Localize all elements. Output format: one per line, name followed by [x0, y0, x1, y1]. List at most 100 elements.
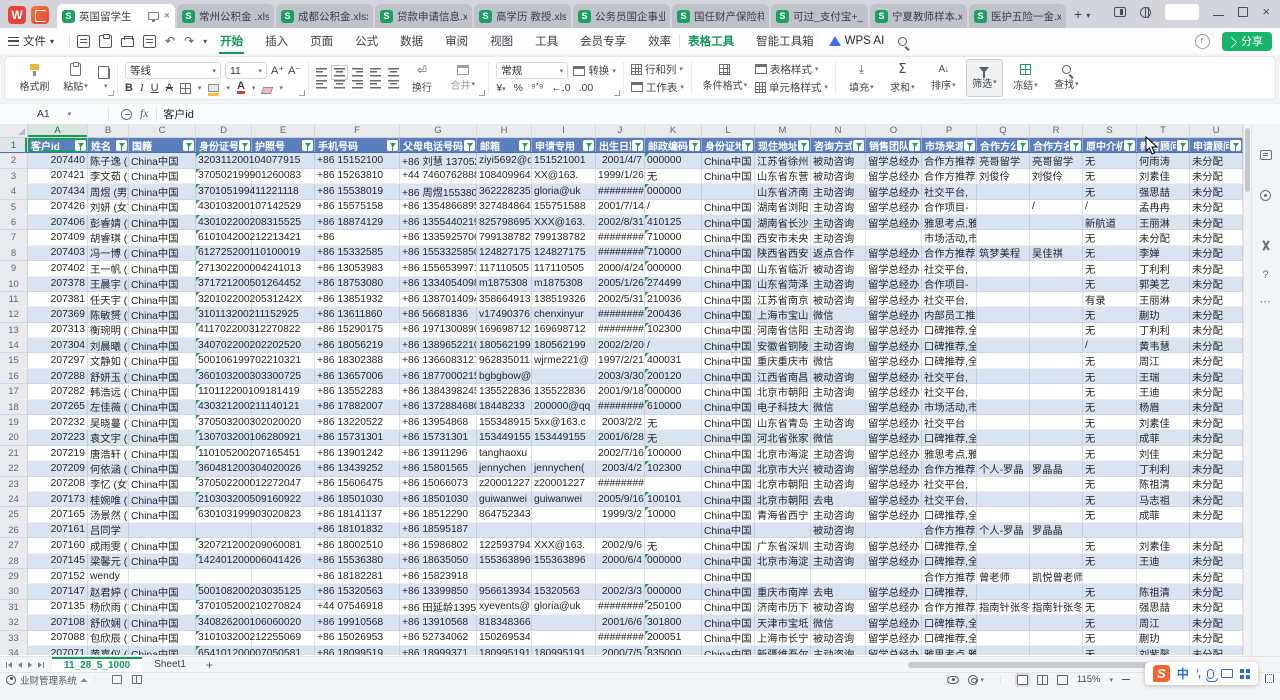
cell[interactable]: 610104200212213421	[196, 230, 252, 244]
cell[interactable]: 未分配	[1190, 461, 1243, 475]
zoom-level[interactable]: 115%	[1077, 674, 1101, 685]
cell[interactable]: 500108200203035125	[196, 584, 252, 598]
cell[interactable]: 王丽淋	[1137, 215, 1190, 229]
cell[interactable]: 710000	[645, 246, 702, 260]
zoom-out-button[interactable]	[1122, 679, 1130, 681]
cell[interactable]: China中国	[129, 184, 196, 198]
cell[interactable]	[1030, 184, 1083, 198]
cell[interactable]: guiwanwei	[532, 492, 596, 506]
column-header-P[interactable]: P	[922, 124, 977, 137]
row-number[interactable]: 26	[0, 523, 28, 537]
cell[interactable]: 962835011	[477, 353, 532, 367]
file-tab[interactable]: S英国留学生×	[57, 4, 175, 28]
cell[interactable]: China中国	[702, 246, 755, 260]
column-header-F[interactable]: F	[315, 124, 400, 137]
cell[interactable]: 被动咨询	[811, 631, 866, 645]
cell[interactable]: 180562199	[477, 338, 532, 352]
cell[interactable]: 340826200106060020	[196, 615, 252, 629]
row-number[interactable]: 31	[0, 600, 28, 614]
cell[interactable]: 825798695	[477, 215, 532, 229]
cell[interactable]: +86 15606475	[315, 477, 400, 491]
freeze-button[interactable]: 冻结▾	[1007, 64, 1044, 92]
cell[interactable]: 合作方推荐	[922, 461, 977, 475]
filter-dropdown-button[interactable]	[1230, 140, 1241, 151]
cell[interactable]: m1875308	[477, 277, 532, 291]
cell[interactable]: 口碑推荐,全	[922, 353, 977, 367]
cell[interactable]: 未分配	[1190, 277, 1243, 291]
header-cell[interactable]: 护照号	[252, 138, 315, 152]
cell[interactable]	[1030, 477, 1083, 491]
cell[interactable]: China中国	[129, 584, 196, 598]
cell[interactable]: 济南市历下	[755, 600, 811, 614]
cell[interactable]: 何雨涛	[1137, 153, 1190, 167]
cell[interactable]: +86 13896522100	[400, 338, 477, 352]
cell[interactable]	[532, 631, 596, 645]
column-header-L[interactable]: L	[702, 124, 755, 137]
cell[interactable]	[977, 184, 1030, 198]
cell[interactable]: China中国	[702, 600, 755, 614]
cell[interactable]: 207297	[28, 353, 88, 367]
cell[interactable]: 口碑推荐,全	[922, 538, 977, 552]
cell[interactable]: China中国	[702, 615, 755, 629]
header-cell[interactable]: 父母电话号码	[400, 138, 477, 152]
cell[interactable]: China中国	[702, 323, 755, 337]
cell[interactable]: +86 15823918	[400, 569, 477, 583]
row-number[interactable]: 25	[0, 507, 28, 521]
cell[interactable]: +86 13548668958	[400, 200, 477, 214]
cell[interactable]: +86 周煜155380	[400, 184, 477, 198]
clear-format-icon[interactable]	[261, 87, 274, 94]
cell[interactable]: 新疆维吾尔	[755, 646, 811, 655]
column-header-C[interactable]: C	[129, 124, 196, 137]
cell[interactable]: 杨眉	[1137, 400, 1190, 414]
cell[interactable]: China中国	[702, 384, 755, 398]
header-cell[interactable]: 咨询方式	[811, 138, 866, 152]
cell[interactable]: 未分配	[1190, 215, 1243, 229]
cell[interactable]: 210303200509160922	[196, 492, 252, 506]
cell[interactable]: China中国	[129, 215, 196, 229]
cell[interactable]	[477, 569, 532, 583]
cell[interactable]: 留学总经办	[866, 477, 922, 491]
cell[interactable]: 无	[1083, 507, 1137, 521]
cell[interactable]: China中国	[129, 277, 196, 291]
cell[interactable]: 河北省张家	[755, 430, 811, 444]
cell[interactable]: /	[1083, 338, 1137, 352]
cell[interactable]: 冯一博 (男	[88, 246, 129, 260]
cell[interactable]: 返点合作	[811, 246, 866, 260]
cell[interactable]: 310113200211152925	[196, 307, 252, 321]
cell[interactable]: 2000/7/5	[596, 646, 645, 655]
cell[interactable]: +86 15538019	[315, 184, 400, 198]
cell[interactable]: 360481200304020026	[196, 461, 252, 475]
cell[interactable]: 刘晨曦 (女	[88, 338, 129, 352]
cell[interactable]: 207209	[28, 461, 88, 475]
cell[interactable]: ########	[596, 323, 645, 337]
cell[interactable]: China中国	[129, 292, 196, 306]
cell[interactable]: 无	[1083, 492, 1137, 506]
minimize-button[interactable]	[1213, 15, 1224, 16]
cell[interactable]: +86 13399850	[400, 584, 477, 598]
cell[interactable]: China中国	[129, 554, 196, 568]
cell[interactable]: 留学总经办	[866, 415, 922, 429]
column-header-U[interactable]: U	[1190, 124, 1243, 137]
cell[interactable]: ########	[596, 477, 645, 491]
cell[interactable]: 358664913	[477, 292, 532, 306]
cell[interactable]: 社交平台,	[922, 184, 977, 198]
cell[interactable]	[977, 430, 1030, 444]
cell[interactable]: +86 17882007	[315, 400, 400, 414]
cell[interactable]: 留学总经办	[866, 338, 922, 352]
cell[interactable]: 15320563	[532, 584, 596, 598]
cell[interactable]: 主动咨询	[811, 323, 866, 337]
column-header-B[interactable]: B	[88, 124, 129, 137]
cell[interactable]: 10000	[645, 507, 702, 521]
cell[interactable]: ########	[596, 400, 645, 414]
cell[interactable]: +86 13911296	[400, 446, 477, 460]
align-bottom-icon[interactable]	[352, 68, 363, 77]
column-header-R[interactable]: R	[1030, 124, 1083, 137]
cell[interactable]: 吴晓蔓 (女	[88, 415, 129, 429]
cell[interactable]: 320721200209060081	[196, 538, 252, 552]
cell[interactable]: 无	[1083, 400, 1137, 414]
cell[interactable]: 未分配	[1190, 631, 1243, 645]
cell[interactable]: 835000	[645, 646, 702, 655]
cell[interactable]: 710000	[645, 230, 702, 244]
cell[interactable]: 湖南省长沙	[755, 215, 811, 229]
filter-dropdown-button[interactable]	[239, 140, 250, 151]
